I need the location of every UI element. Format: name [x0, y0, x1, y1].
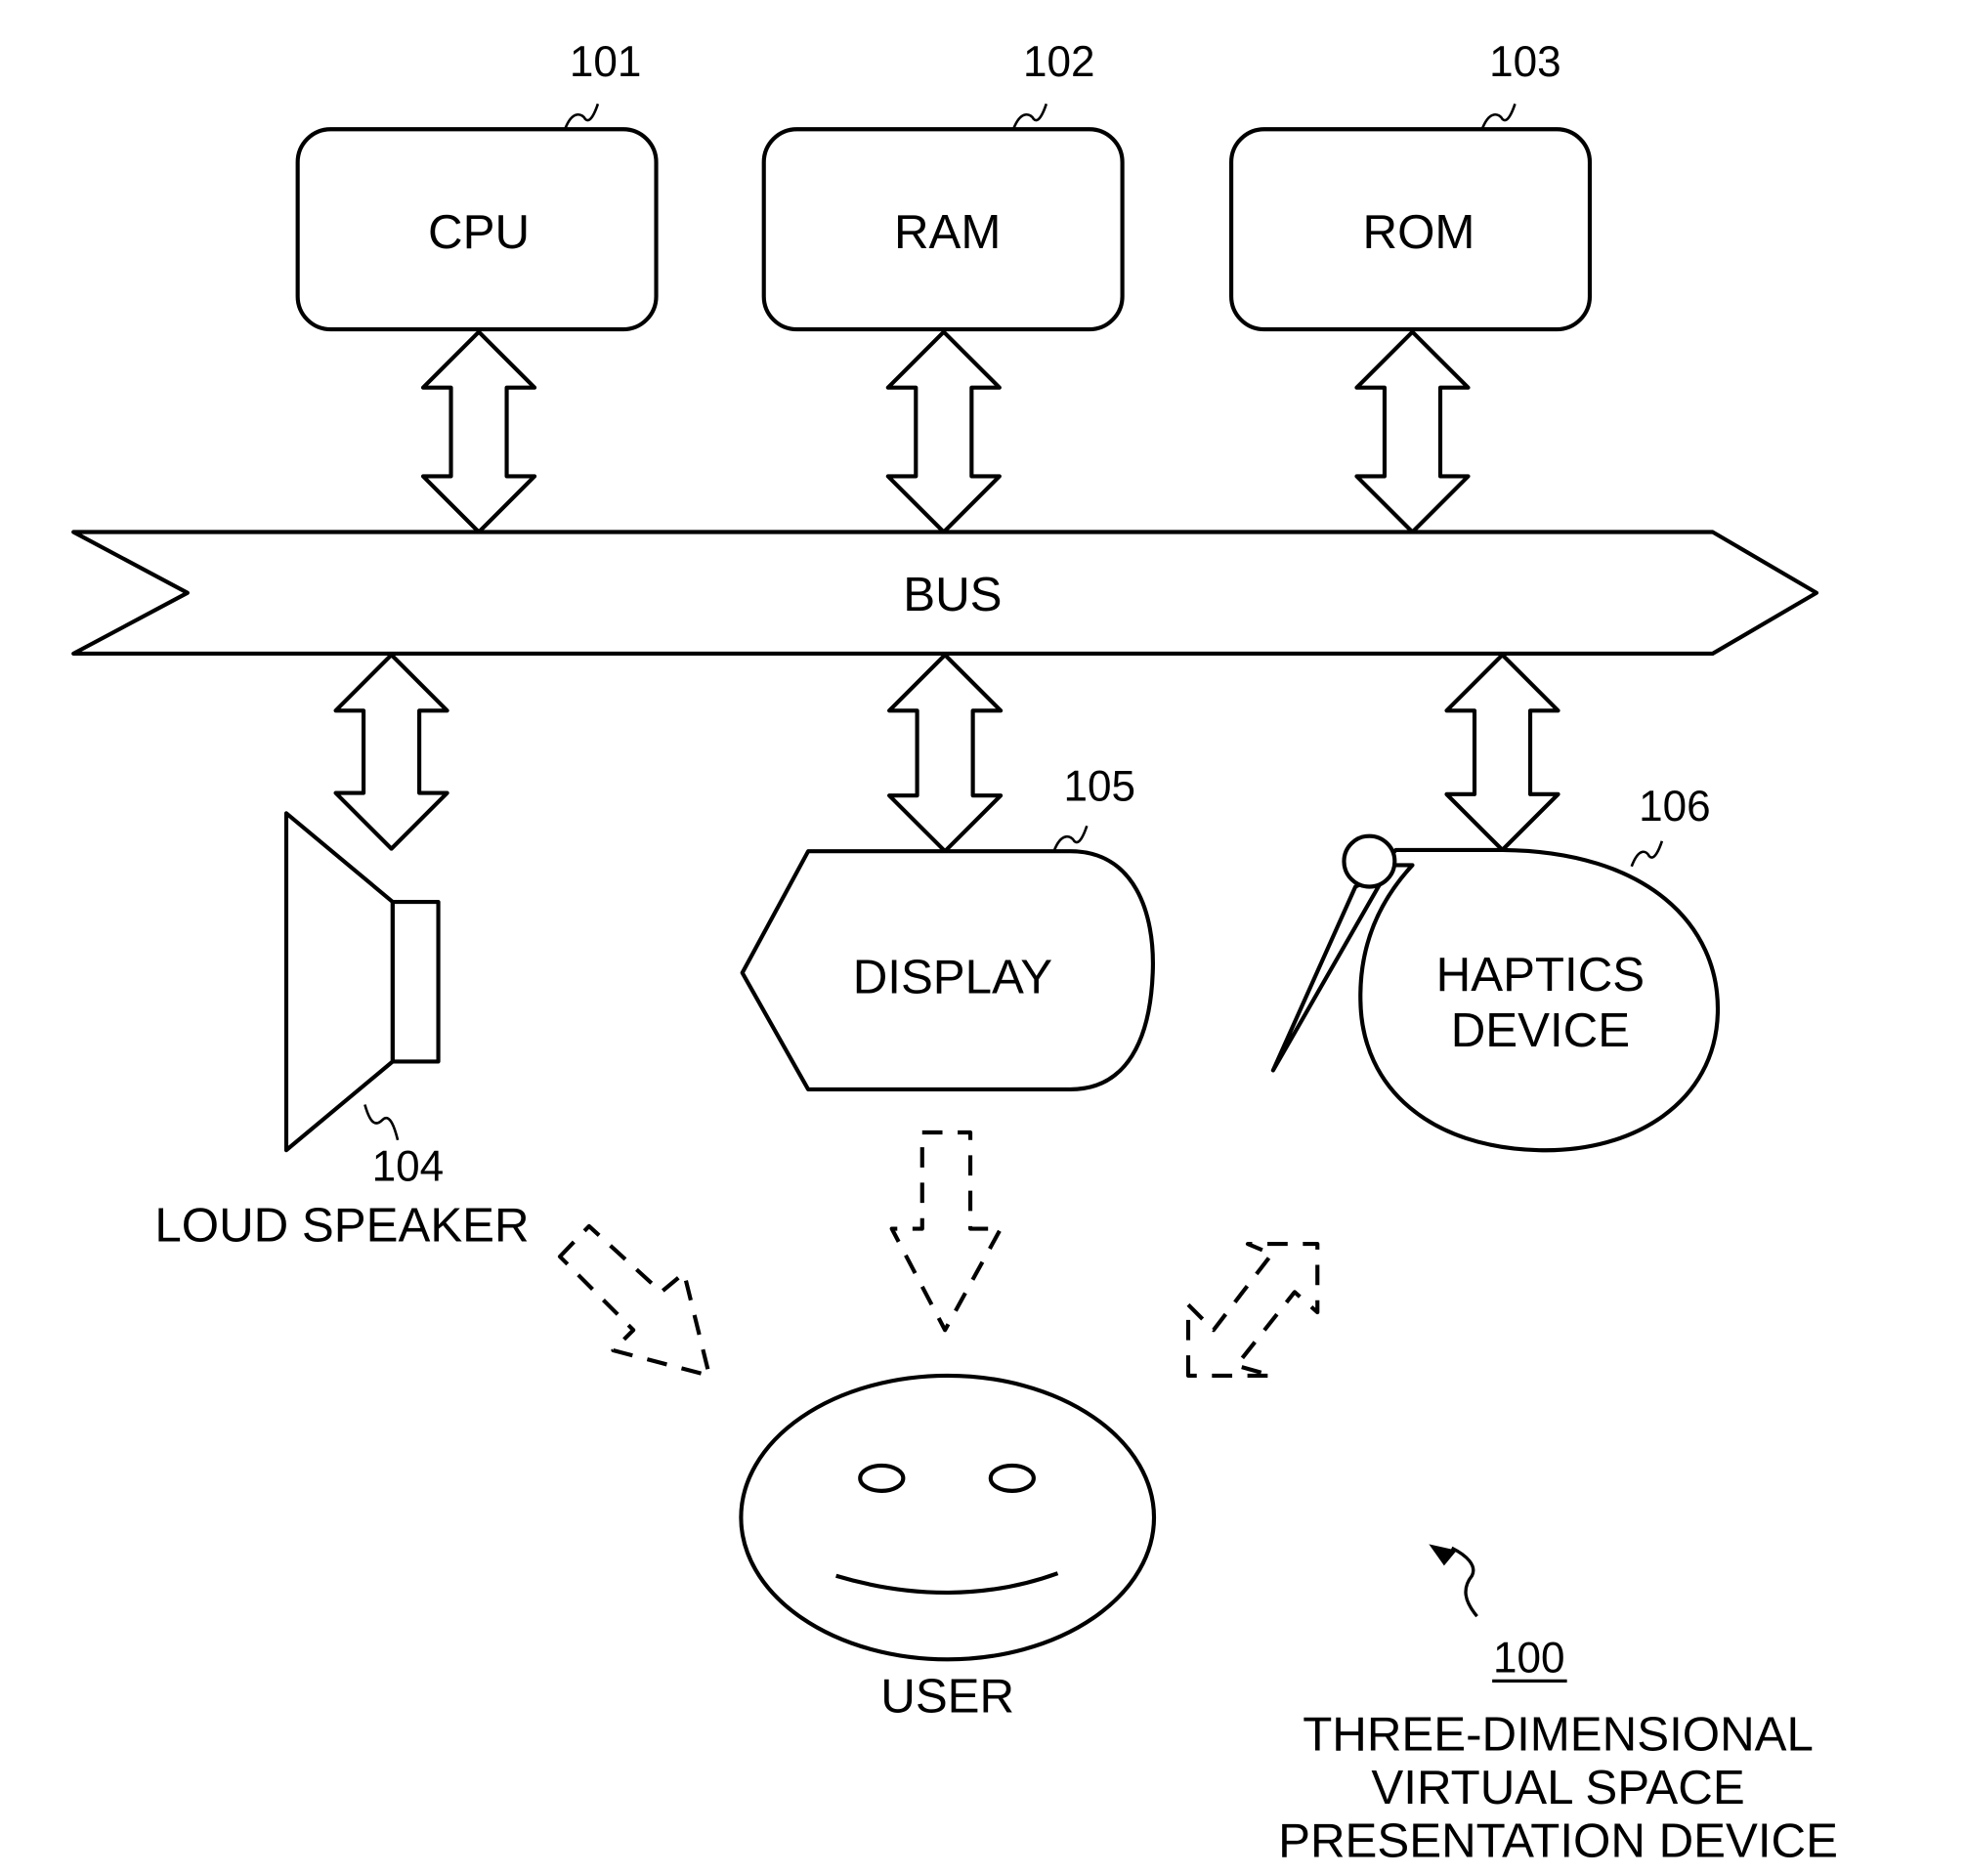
- rom-block: ROM 103: [1229, 38, 1593, 332]
- cpu-bus-double-arrow: [420, 329, 537, 534]
- haptics-ref: 106: [1639, 783, 1711, 831]
- top-bus-connections: [420, 329, 1471, 534]
- system-ref: 100: [1493, 1634, 1565, 1682]
- user-left-eye: [858, 1463, 906, 1493]
- loud-speaker: 104 LOUD SPEAKER: [154, 811, 530, 1252]
- display-label: DISPLAY: [853, 950, 1052, 1003]
- bottom-bus-connections: [333, 653, 1560, 854]
- cpu-ref: 101: [570, 38, 642, 86]
- rom-label: ROM: [1363, 205, 1475, 259]
- haptics-label-1: HAPTICS: [1436, 948, 1645, 1002]
- system-title-2: VIRTUAL SPACE: [1371, 1761, 1744, 1814]
- speaker-to-user-arrow: [557, 1223, 712, 1378]
- display-ref: 105: [1064, 762, 1136, 810]
- display-ref-leader: [1052, 825, 1089, 852]
- user-right-eye: [988, 1463, 1036, 1493]
- block-diagram: CPU 101 RAM 102 ROM 103 BUS 104 LOUD SPE…: [71, 38, 1838, 1868]
- speaker-magnet: [390, 899, 441, 1064]
- ram-label: RAM: [894, 205, 1001, 259]
- system-title-3: PRESENTATION DEVICE: [1278, 1814, 1838, 1868]
- cpu-label: CPU: [428, 205, 530, 259]
- system-ref-leader: [1450, 1546, 1478, 1618]
- haptics-joint: [1342, 833, 1397, 889]
- haptics-ref-leader: [1630, 840, 1664, 868]
- ram-ref: 102: [1023, 38, 1095, 86]
- rom-ref: 103: [1489, 38, 1561, 86]
- rom-bus-double-arrow: [1354, 329, 1471, 534]
- bus-label: BUS: [903, 568, 1002, 621]
- speaker-ref-leader: [363, 1104, 400, 1141]
- speaker-bus-double-arrow: [333, 653, 449, 851]
- cpu-block: CPU 101: [295, 38, 659, 332]
- ram-bus-double-arrow: [885, 329, 1002, 534]
- speaker-cone: [283, 811, 395, 1153]
- dashed-arrow-speaker: [557, 1223, 712, 1378]
- bus: BUS: [71, 530, 1819, 657]
- user-label: USER: [880, 1670, 1014, 1724]
- ram-block: RAM 102: [761, 38, 1125, 332]
- system-reference: 100 THREE-DIMENSIONAL VIRTUAL SPACE PRES…: [1278, 1544, 1838, 1868]
- user-face: [739, 1373, 1157, 1662]
- haptics-label-2: DEVICE: [1451, 1003, 1630, 1057]
- rom-ref-leader: [1480, 103, 1517, 130]
- cpu-ref-leader: [563, 103, 600, 130]
- haptics-bus-double-arrow: [1444, 653, 1560, 852]
- dashed-arrow-haptics: [1185, 1242, 1320, 1378]
- dashed-arrow-display: [889, 1130, 1004, 1333]
- system-title-1: THREE-DIMENSIONAL: [1303, 1708, 1814, 1762]
- display-to-user-arrow: [889, 1130, 1004, 1333]
- haptics-user-arrow: [1185, 1242, 1320, 1378]
- display-bus-double-arrow: [886, 653, 1004, 854]
- ram-ref-leader: [1011, 103, 1048, 130]
- speaker-label: LOUD SPEAKER: [154, 1198, 529, 1252]
- speaker-ref: 104: [372, 1142, 445, 1190]
- user: USER: [739, 1373, 1157, 1724]
